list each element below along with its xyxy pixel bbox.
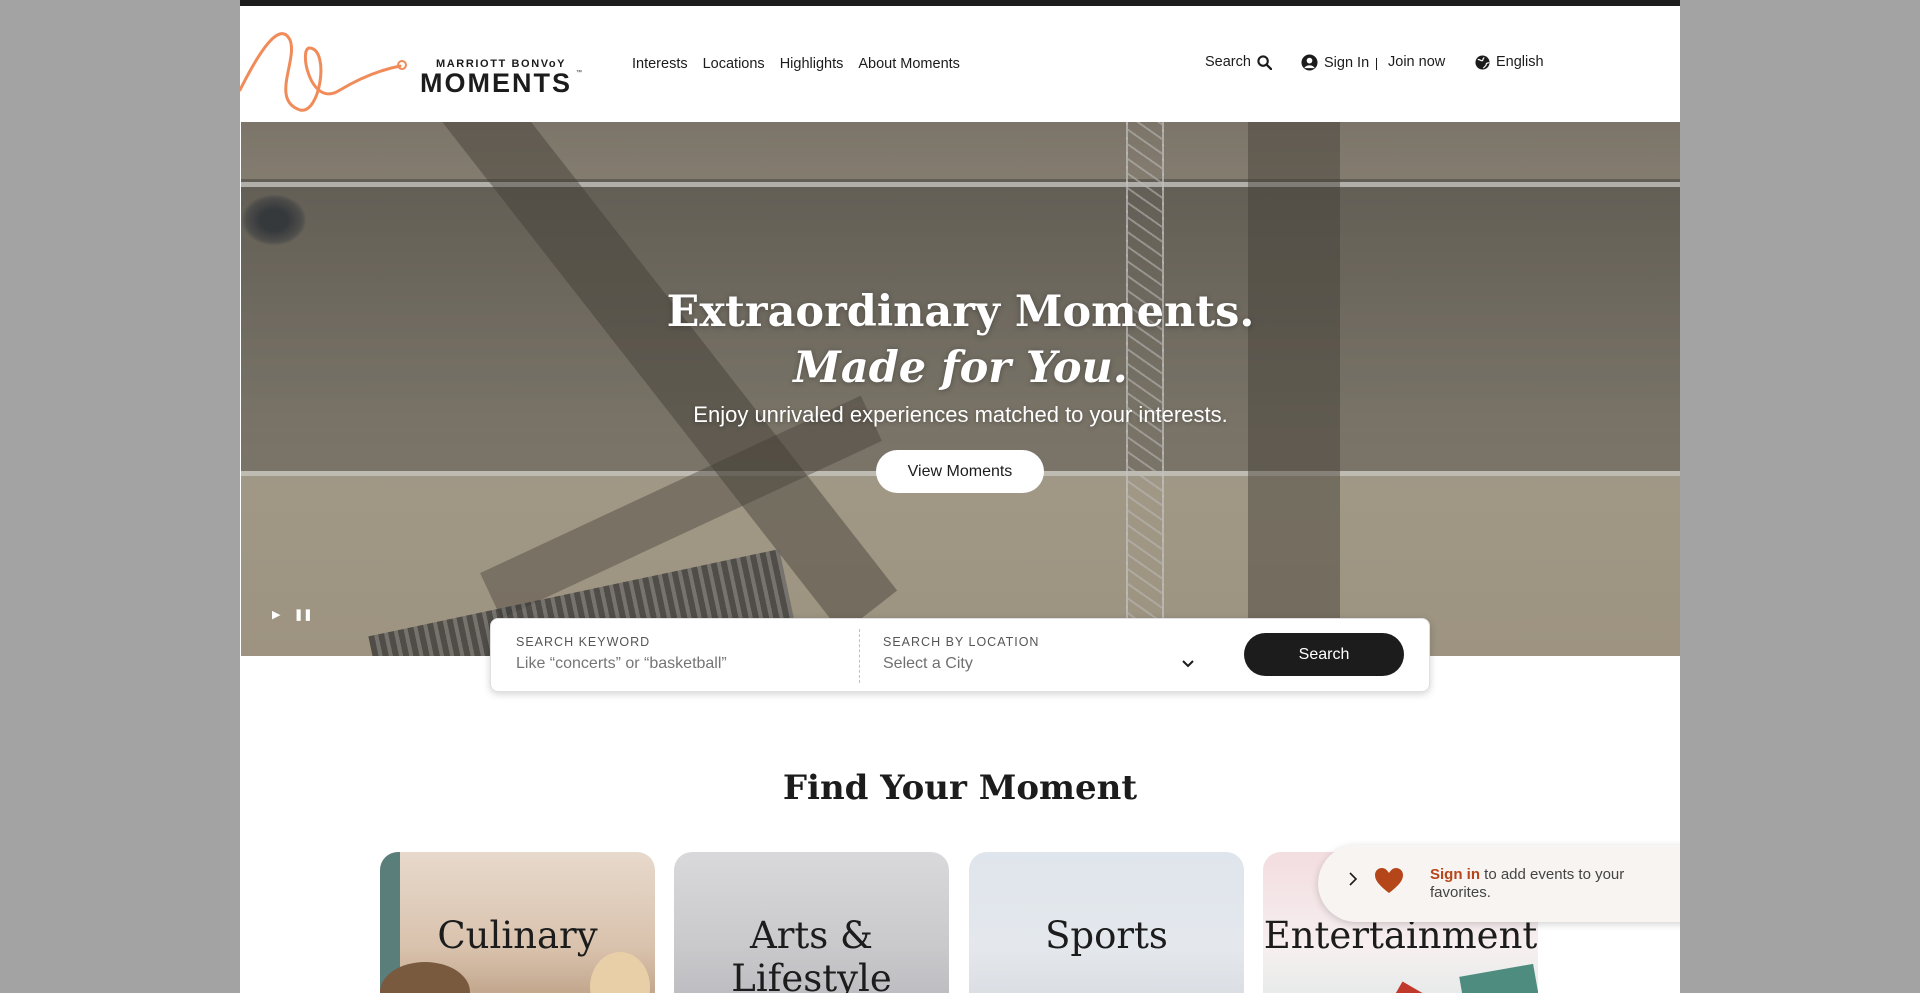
- search-divider: [859, 629, 860, 683]
- hero-title-italic: Made for You.: [793, 343, 1128, 393]
- search-icon: [1257, 54, 1272, 70]
- globe-icon: [1475, 54, 1490, 70]
- category-card-sports[interactable]: Sports: [969, 852, 1244, 993]
- toast-sign-in-link[interactable]: Sign in: [1430, 866, 1480, 883]
- category-label: Culinary: [437, 914, 598, 957]
- join-now-link[interactable]: Join now: [1388, 54, 1445, 70]
- logo-moments-text: MOMENTS: [420, 68, 572, 98]
- search-panel: SEARCH KEYWORD SEARCH BY LOCATION Select…: [490, 618, 1430, 692]
- favorites-toast: Sign in to add events to your favorites.: [1318, 845, 1680, 922]
- header-search-button[interactable]: Search: [1205, 54, 1272, 70]
- hero-title: Extraordinary Moments.: [666, 287, 1255, 337]
- card-image: [1459, 963, 1538, 993]
- sign-in-link[interactable]: Sign In: [1301, 54, 1369, 71]
- chevron-down-icon[interactable]: [1181, 656, 1195, 672]
- nav-locations[interactable]: Locations: [703, 56, 765, 72]
- category-label: Arts & Lifestyle: [731, 914, 892, 993]
- location-label: SEARCH BY LOCATION: [883, 635, 1040, 649]
- hero-subtitle: Enjoy unrivaled experiences matched to y…: [693, 402, 1228, 427]
- search-submit-button[interactable]: Search: [1244, 633, 1404, 676]
- category-card-arts-lifestyle[interactable]: Arts & Lifestyle: [674, 852, 949, 993]
- nav-interests[interactable]: Interests: [632, 56, 688, 72]
- play-icon[interactable]: ▶: [272, 608, 280, 621]
- language-selector[interactable]: English: [1475, 54, 1544, 70]
- keyword-label: SEARCH KEYWORD: [516, 635, 651, 649]
- hero-banner: Extraordinary Moments. Made for You. Enj…: [241, 122, 1680, 656]
- category-label: Sports: [1045, 914, 1168, 957]
- keyword-search-input[interactable]: [516, 655, 836, 673]
- nav-about-moments[interactable]: About Moments: [858, 56, 960, 72]
- logo-trademark: ™: [576, 70, 582, 76]
- card-image: [1387, 981, 1429, 993]
- favorites-message: Sign in to add events to your favorites.: [1430, 866, 1660, 902]
- moments-logo[interactable]: MARRIOTT BONVoY MOMENTS ™: [240, 20, 582, 130]
- header-separator: [1376, 58, 1377, 70]
- user-icon: [1301, 54, 1318, 71]
- logo-swirl-icon: [240, 32, 407, 112]
- chevron-right-icon[interactable]: [1348, 871, 1358, 892]
- join-now-label: Join now: [1388, 54, 1446, 70]
- card-image: [590, 952, 650, 993]
- main-nav: Interests Locations Highlights About Mom…: [632, 56, 960, 72]
- header-search-label: Search: [1205, 54, 1251, 70]
- pause-icon[interactable]: ❚❚: [294, 608, 312, 621]
- view-moments-button[interactable]: View Moments: [876, 450, 1044, 493]
- find-your-moment-heading: Find Your Moment: [782, 768, 1138, 808]
- category-card-culinary[interactable]: Culinary: [380, 852, 655, 993]
- nav-highlights[interactable]: Highlights: [780, 56, 844, 72]
- language-label: English: [1496, 54, 1544, 70]
- sign-in-label: Sign In: [1324, 54, 1370, 71]
- city-select[interactable]: Select a City: [883, 655, 973, 673]
- page: MARRIOTT BONVoY MOMENTS ™ Interests Loca…: [240, 0, 1680, 993]
- heart-icon: [1374, 867, 1404, 900]
- site-header: MARRIOTT BONVoY MOMENTS ™ Interests Loca…: [240, 6, 1680, 122]
